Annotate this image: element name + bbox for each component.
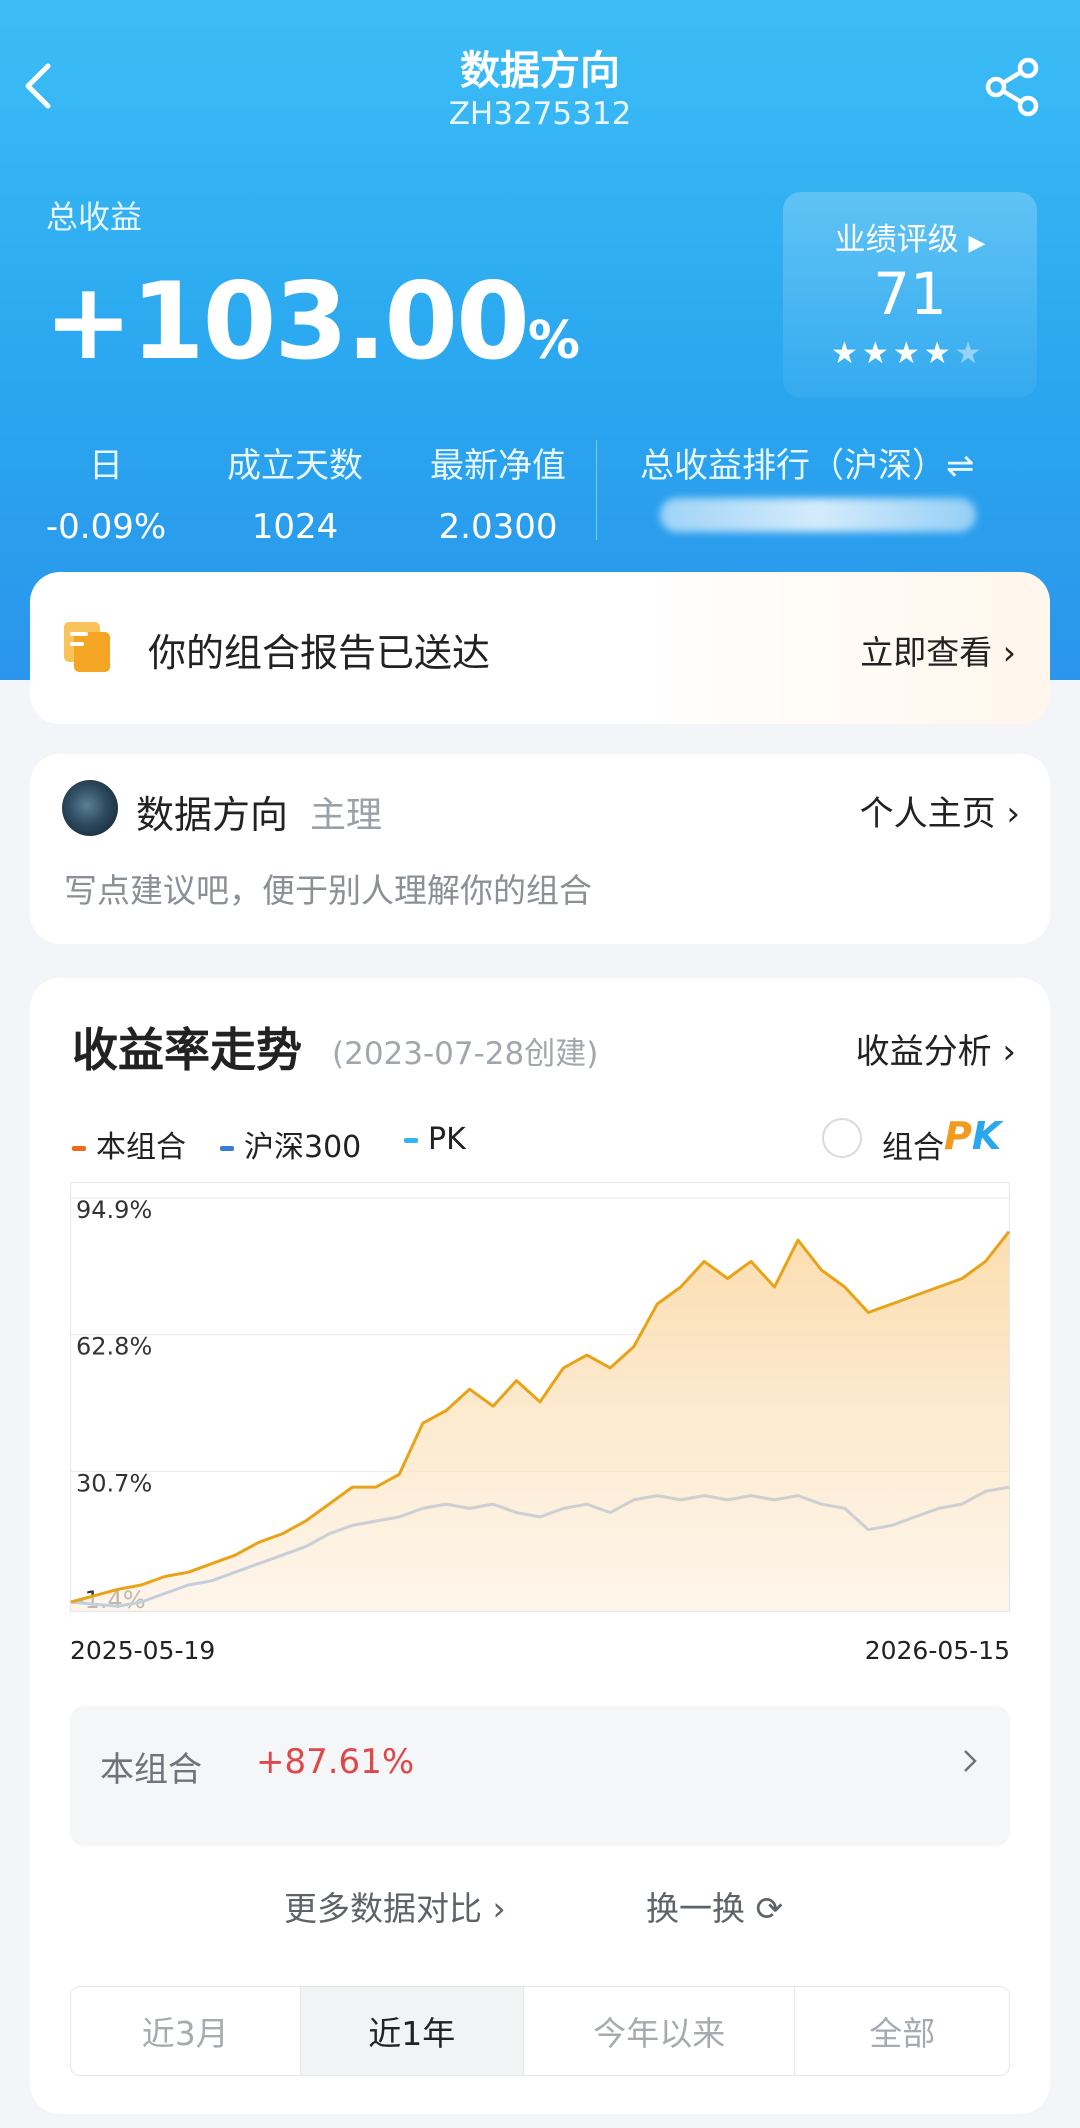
report-icon: [60, 618, 116, 674]
chevron-right-icon: ›: [1006, 794, 1020, 834]
chevron-right-icon: ›: [1002, 633, 1016, 672]
y-tick-label: 62.8%: [76, 1333, 152, 1361]
rating-label: 业绩评级 ▶: [834, 222, 986, 258]
y-tick-label: 94.9%: [76, 1196, 152, 1224]
tab-all[interactable]: 全部: [795, 1987, 1009, 2075]
star-icon: ★: [892, 336, 924, 371]
avatar[interactable]: [62, 780, 118, 836]
divider: [596, 440, 597, 540]
portfolio-summary-row[interactable]: 本组合 +87.61%: [70, 1706, 1010, 1846]
stat-day: 日 -0.09%: [45, 446, 167, 547]
return-analysis-link[interactable]: 收益分析 ›: [856, 1024, 1016, 1073]
manager-name: 数据方向: [136, 793, 289, 837]
play-arrow-icon: ▶: [968, 231, 986, 256]
portfolio-code: ZH3275312: [448, 96, 632, 132]
report-text: 你的组合报告已送达: [148, 631, 491, 675]
chevron-right-icon: ›: [492, 1889, 506, 1928]
chevron-right-icon: [964, 1750, 977, 1772]
star-icon: ★: [831, 336, 862, 371]
report-card[interactable]: 你的组合报告已送达 立即查看 ›: [30, 572, 1050, 724]
total-return-value: +103.00%: [44, 260, 580, 383]
pk-toggle[interactable]: [822, 1118, 862, 1158]
share-icon[interactable]: [980, 54, 1044, 118]
rating-value: 71: [873, 260, 947, 328]
tab-1y[interactable]: 近1年: [300, 1987, 525, 2075]
summary-label: 本组合: [100, 1750, 202, 1790]
pk-toggle-label: 组合: [882, 1130, 944, 1166]
return-chart[interactable]: 94.9%62.8%30.7%-1.4%: [70, 1182, 1010, 1612]
view-now-link[interactable]: 立即查看 ›: [860, 626, 1016, 674]
y-tick-label: 30.7%: [76, 1469, 152, 1497]
pk-logo[interactable]: PK: [944, 1114, 1001, 1158]
legend-portfolio: 本组合: [72, 1122, 186, 1166]
refresh-icon: ⟳: [755, 1889, 784, 1928]
manager-role: 主理: [310, 795, 383, 836]
star-empty-icon: ★: [954, 336, 986, 371]
x-start-label: 2025-05-19: [70, 1636, 216, 1665]
page-title: 数据方向: [460, 48, 620, 94]
manager-card: 数据方向 主理 个人主页 › 写点建议吧，便于别人理解你的组合: [30, 754, 1050, 944]
legend-pk: PK: [404, 1122, 466, 1157]
stat-days: 成立天数 1024: [227, 446, 363, 547]
x-end-label: 2026-05-15: [864, 1636, 1010, 1665]
trend-title: 收益率走势: [72, 1023, 302, 1077]
created-date: (2023-07-28创建): [332, 1036, 599, 1072]
return-trend-card: 收益率走势 (2023-07-28创建) 收益分析 › 本组合 沪深300 PK…: [30, 978, 1050, 2114]
swap-button[interactable]: 换一换 ⟳: [646, 1882, 783, 1930]
tab-3m[interactable]: 近3月: [71, 1987, 301, 2075]
portfolio-area: [71, 1231, 1009, 1611]
profile-link[interactable]: 个人主页 ›: [860, 786, 1020, 835]
total-return-label: 总收益: [46, 198, 143, 236]
tab-ytd[interactable]: 今年以来: [524, 1987, 796, 2075]
period-tabs: 近3月 近1年 今年以来 全部: [70, 1986, 1010, 2076]
chevron-right-icon: ›: [1002, 1032, 1016, 1072]
star-icon: ★: [861, 336, 893, 371]
manager-note[interactable]: 写点建议吧，便于别人理解你的组合: [64, 864, 592, 912]
star-icon: ★: [923, 336, 955, 371]
rating-card[interactable]: 业绩评级 ▶ 71 ★★★★★: [783, 192, 1037, 398]
stat-nav: 最新净值 2.0300: [430, 446, 566, 547]
blurred-rank: [660, 498, 976, 532]
rank-switch[interactable]: 总收益排行（沪深）⇌: [640, 438, 975, 487]
legend-csi300: 沪深300: [220, 1122, 361, 1166]
more-compare-link[interactable]: 更多数据对比 ›: [284, 1882, 506, 1930]
rating-stars: ★★★★★: [831, 336, 986, 371]
summary-value: +87.61%: [256, 1742, 415, 1782]
